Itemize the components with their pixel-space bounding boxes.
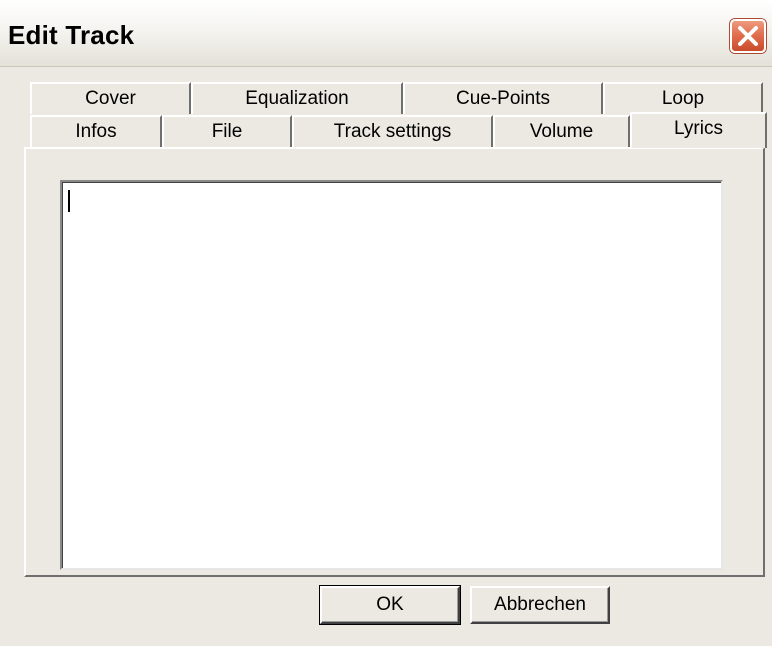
tab-volume[interactable]: Volume: [493, 115, 630, 147]
lyrics-textarea[interactable]: [60, 180, 723, 570]
close-button[interactable]: [730, 19, 766, 53]
tab-lyrics[interactable]: Lyrics: [630, 112, 767, 148]
tab-cover[interactable]: Cover: [30, 82, 191, 114]
ok-button[interactable]: OK: [319, 585, 461, 625]
text-caret: [68, 190, 70, 212]
tab-equalization[interactable]: Equalization: [191, 82, 403, 114]
tab-cue-points[interactable]: Cue-Points: [403, 82, 603, 114]
cancel-button[interactable]: Abbrechen: [470, 586, 610, 624]
title-bar: Edit Track: [0, 0, 772, 67]
close-icon: [738, 26, 758, 46]
tab-track-settings[interactable]: Track settings: [292, 115, 493, 147]
tab-loop[interactable]: Loop: [603, 82, 763, 114]
tab-file[interactable]: File: [162, 115, 292, 147]
window-title: Edit Track: [8, 20, 135, 50]
tab-infos[interactable]: Infos: [30, 115, 162, 147]
